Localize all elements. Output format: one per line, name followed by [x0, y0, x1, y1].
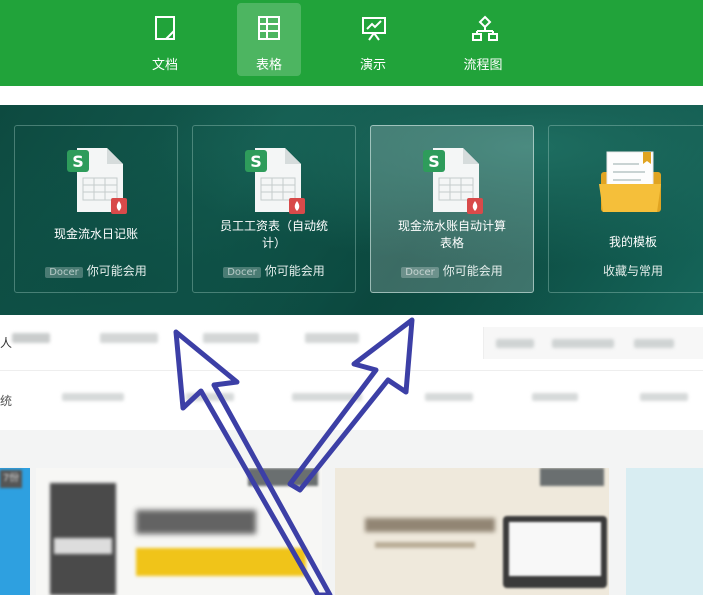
annotation-arrows: [173, 317, 415, 595]
arrow-right: [287, 317, 415, 493]
